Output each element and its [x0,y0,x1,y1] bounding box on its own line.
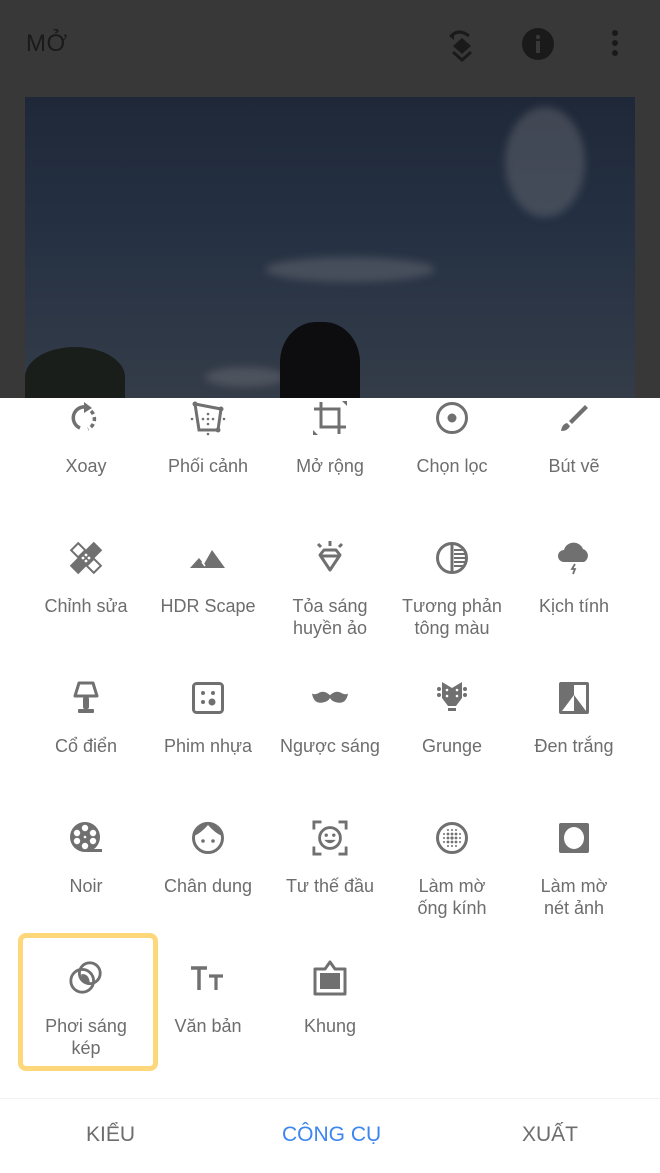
tool-mustache[interactable]: Ngược sáng [269,680,391,810]
tool-label: Làm mờ nét ảnh [540,876,608,918]
top-bar: MỞ [0,0,660,398]
tab-styles[interactable]: KIỂU [86,1123,135,1147]
tonal-contrast-icon [434,540,470,576]
perspective-icon [190,400,226,436]
tool-grainy-film[interactable]: Phim nhựa [147,680,269,810]
tool-face-detect[interactable]: Tư thế đầu [269,820,391,950]
tool-lens-blur[interactable]: Làm mờ ống kính [391,820,513,950]
crop-expand-icon [312,400,348,436]
tool-vignette[interactable]: Làm mờ nét ảnh [513,820,635,950]
tool-label: Xoay [65,456,107,476]
tool-label: Chỉnh sửa [44,596,128,616]
rotate-icon [68,400,104,436]
tool-diamond-glow[interactable]: Tỏa sáng huyền ảo [269,540,391,670]
tool-label: Làm mờ ống kính [417,876,487,918]
tool-label: Ngược sáng [280,736,380,756]
tool-perspective[interactable]: Phối cảnh [147,400,269,530]
storm-cloud-icon [556,540,592,576]
grainy-film-icon [190,680,226,716]
bottom-nav: KIỂU CÔNG CỤ XUẤT [0,1098,660,1173]
tool-mountain[interactable]: HDR Scape [147,540,269,670]
frame-icon [312,960,348,996]
lens-blur-icon [434,820,470,856]
tool-frame[interactable]: Khung [269,960,391,1090]
tool-label: Grunge [421,736,483,756]
brush-icon [556,400,592,436]
diamond-glow-icon [312,540,348,576]
tool-guitar-head[interactable]: Grunge [391,680,513,810]
open-button[interactable]: MỞ [26,30,68,58]
tool-storm-cloud[interactable]: Kịch tính [513,540,635,670]
tool-label: Mở rộng [296,456,364,476]
tool-selective[interactable]: Chọn lọc [391,400,513,530]
face-icon [190,820,226,856]
tool-label: Noir [69,876,103,896]
tool-label: Tư thế đầu [285,876,375,896]
mountain-icon [190,540,226,576]
tool-rotate[interactable]: Xoay [25,400,147,530]
tool-label: Tỏa sáng huyền ảo [292,596,368,638]
tool-highlight [18,933,158,1071]
tool-label: Tương phản tông màu [402,596,502,638]
tab-export[interactable]: XUẤT [522,1123,578,1147]
tool-label: Đen trắng [534,736,614,756]
tool-brush[interactable]: Bút vẽ [513,400,635,530]
tool-crop-expand[interactable]: Mở rộng [269,400,391,530]
more-vert-icon[interactable] [595,24,635,64]
tool-text[interactable]: Văn bản [147,960,269,1090]
tool-label: Bút vẽ [548,456,600,476]
tab-tools[interactable]: CÔNG CỤ [282,1123,381,1147]
black-white-icon [556,680,592,716]
undo-layers-icon[interactable] [442,24,482,64]
tool-film-reel[interactable]: Noir [25,820,147,950]
tool-black-white[interactable]: Đen trắng [513,680,635,810]
tool-face[interactable]: Chân dung [147,820,269,950]
tool-label: HDR Scape [160,596,256,616]
tool-tonal-contrast[interactable]: Tương phản tông màu [391,540,513,670]
lamp-icon [68,680,104,716]
film-reel-icon [68,820,104,856]
tool-label: Văn bản [174,1016,242,1036]
tool-label: Cổ điển [54,736,118,756]
mustache-icon [312,680,348,716]
photo-preview [25,97,635,398]
tool-healing[interactable]: Chỉnh sửa [25,540,147,670]
selective-icon [434,400,470,436]
tool-label: Phối cảnh [167,456,249,476]
tool-lamp[interactable]: Cổ điển [25,680,147,810]
tool-label: Chọn lọc [416,456,488,476]
info-icon[interactable] [518,24,558,64]
vignette-icon [556,820,592,856]
face-detect-icon [312,820,348,856]
guitar-head-icon [434,680,470,716]
tool-label: Khung [303,1016,357,1036]
tool-label: Chân dung [163,876,253,896]
healing-icon [68,540,104,576]
tool-label: Kịch tính [538,596,610,616]
tool-label: Phim nhựa [163,736,253,756]
text-icon [190,960,226,996]
